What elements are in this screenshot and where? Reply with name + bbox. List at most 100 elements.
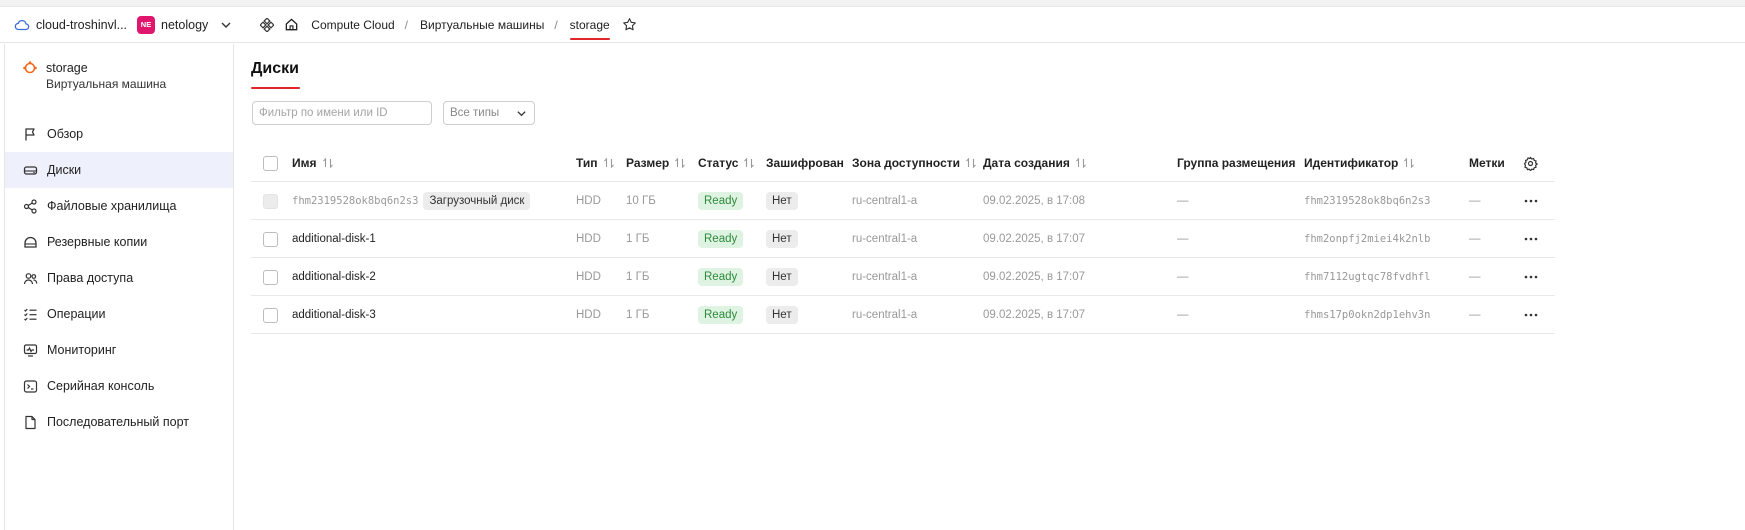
column-label: Метки (1469, 156, 1505, 170)
top-header: cloud-troshinvl... NE netology Compute C… (0, 7, 1745, 43)
disk-placement-group: — (1177, 271, 1189, 283)
column-label: Зашифрован (766, 156, 844, 170)
filter-input[interactable] (252, 101, 432, 125)
disk-created: 09.02.2025, в 17:07 (983, 271, 1086, 283)
sidebar-item-serial-port[interactable]: Последовательный порт (5, 404, 233, 440)
disk-placement-group: — (1177, 309, 1189, 321)
sidebar-item-serial-console[interactable]: Серийная консоль (5, 368, 233, 404)
table-row[interactable]: fhm2319528ok8bq6n2s3 Загрузочный диск HDD… (251, 182, 1555, 220)
row-checkbox[interactable] (263, 231, 278, 247)
disk-type: HDD (576, 195, 601, 207)
flag-icon (25, 127, 35, 140)
breadcrumb-separator: / (554, 17, 558, 32)
disk-size: 1 ГБ (626, 271, 650, 283)
column-header-created[interactable]: Дата создания (983, 144, 1087, 182)
sidebar-item-backups[interactable]: Резервные копии (5, 224, 233, 260)
disk-icon (23, 165, 38, 175)
home-icon[interactable] (284, 17, 299, 32)
more-actions-icon[interactable] (1523, 269, 1539, 285)
encrypted-badge: Нет (766, 230, 798, 248)
disk-size: 10 ГБ (626, 195, 656, 207)
vm-title: storage (46, 61, 88, 75)
sidebar-item-label: Резервные копии (47, 235, 148, 249)
disk-created: 09.02.2025, в 17:08 (983, 195, 1086, 207)
chevron-down-icon[interactable] (220, 19, 232, 31)
org-avatar: NE (137, 15, 156, 34)
select-all-checkbox[interactable] (263, 155, 278, 171)
column-header-size[interactable]: Размер (626, 144, 686, 182)
disk-name[interactable]: additional-disk-2 (292, 258, 376, 296)
sidebar-item-label: Серийная консоль (47, 379, 155, 393)
disk-zone: ru-central1-a (852, 271, 918, 283)
column-header-name[interactable]: Имя (292, 144, 334, 182)
table-row[interactable]: additional-disk-3 HDD 1 ГБ Ready Нет ru-… (251, 296, 1555, 334)
sidebar-item-label: Файловые хранилища (47, 199, 177, 213)
sidebar-item-operations[interactable]: Операции (5, 296, 233, 332)
disk-created: 09.02.2025, в 17:07 (983, 309, 1086, 321)
sort-icon[interactable] (603, 157, 615, 169)
sort-icon[interactable] (322, 157, 334, 169)
encrypted-badge: Нет (766, 192, 798, 210)
column-header-type[interactable]: Тип (576, 144, 615, 182)
cloud-icon (14, 19, 30, 30)
sort-icon[interactable] (743, 157, 755, 169)
cloud-selector[interactable]: cloud-troshinvl... (14, 17, 127, 33)
vm-icon (23, 61, 37, 74)
disk-name[interactable]: additional-disk-1 (292, 220, 376, 258)
column-header-labels: Метки (1469, 144, 1505, 182)
column-header-zone[interactable]: Зона доступности (852, 144, 977, 182)
column-label: Размер (626, 156, 670, 170)
sort-icon[interactable] (965, 157, 977, 169)
status-badge: Ready (698, 192, 744, 210)
sidebar-item-disks[interactable]: Диски (5, 152, 233, 188)
column-header-id[interactable]: Идентификатор (1304, 144, 1415, 182)
breadcrumb-virtual-machines[interactable]: Виртуальные машины (420, 18, 544, 32)
disk-name[interactable]: fhm2319528ok8bq6n2s3 (292, 195, 418, 207)
services-icon[interactable] (260, 17, 275, 32)
type-select[interactable]: Все типы (443, 101, 535, 125)
org-selector[interactable]: NE netology (127, 15, 232, 34)
sidebar-item-monitoring[interactable]: Мониторинг (5, 332, 233, 368)
row-checkbox (263, 193, 278, 209)
disk-type: HDD (576, 233, 601, 245)
column-header-status[interactable]: Статус (698, 144, 755, 182)
disk-labels: — (1469, 309, 1481, 321)
disk-created: 09.02.2025, в 17:07 (983, 233, 1086, 245)
sort-icon[interactable] (674, 157, 686, 169)
column-label: Дата создания (983, 156, 1070, 170)
share-nodes-icon (23, 198, 37, 214)
status-badge: Ready (698, 306, 744, 324)
vm-header: storage Виртуальная машина (5, 44, 233, 116)
sidebar-item-file-storages[interactable]: Файловые хранилища (5, 188, 233, 224)
column-header-placement-group: Группа размещения (1177, 144, 1296, 182)
disk-type: HDD (576, 271, 601, 283)
disk-labels: — (1469, 271, 1481, 283)
sidebar-item-label: Мониторинг (47, 343, 117, 357)
table-row[interactable]: additional-disk-2 HDD 1 ГБ Ready Нет ru-… (251, 258, 1555, 296)
backup-icon (24, 236, 37, 248)
sidebar-item-access-rights[interactable]: Права доступа (5, 260, 233, 296)
more-actions-icon[interactable] (1523, 231, 1539, 247)
sidebar-item-label: Права доступа (47, 271, 134, 285)
breadcrumb-separator: / (404, 17, 409, 32)
table-row[interactable]: additional-disk-1 HDD 1 ГБ Ready Нет ru-… (251, 220, 1555, 258)
vm-subtitle: Виртуальная машина (46, 77, 167, 91)
breadcrumb-storage[interactable]: storage (569, 18, 610, 40)
star-icon[interactable] (622, 17, 637, 32)
disk-size: 1 ГБ (626, 233, 650, 245)
encrypted-badge: Нет (766, 306, 798, 324)
disk-id: fhm2319528ok8bq6n2s3 (1304, 195, 1431, 207)
disk-name[interactable]: additional-disk-3 (292, 296, 376, 334)
more-actions-icon[interactable] (1523, 307, 1539, 323)
breadcrumb-compute-cloud[interactable]: Compute Cloud (311, 18, 394, 32)
more-actions-icon[interactable] (1523, 193, 1539, 209)
sort-icon[interactable] (1075, 157, 1087, 169)
status-badge: Ready (698, 268, 744, 286)
row-checkbox[interactable] (263, 307, 278, 323)
row-checkbox[interactable] (263, 269, 278, 285)
sidebar-item-overview[interactable]: Обзор (5, 116, 233, 152)
column-label: Группа размещения (1177, 156, 1296, 170)
sort-icon[interactable] (1403, 157, 1415, 169)
column-label: Статус (698, 156, 739, 170)
gear-icon[interactable] (1523, 155, 1538, 171)
